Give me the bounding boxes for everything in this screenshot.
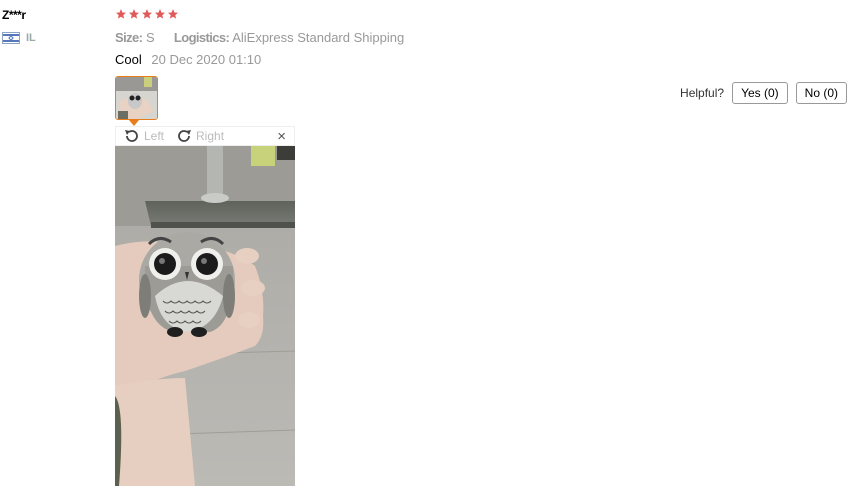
review-feedback: Cool 20 Dec 2020 01:10 [115,52,261,67]
review-photo-large [115,146,295,486]
star-icon [168,9,178,19]
rotate-left-label: Left [144,129,165,143]
helpful-no-button[interactable]: No (0) [795,82,847,104]
star-icon [155,9,165,19]
star-rating [115,8,179,20]
star-icon [142,9,152,19]
reviewer-country: IL [2,32,36,44]
size-value: S [145,30,155,45]
review-date: 20 Dec 2020 01:10 [151,52,262,67]
logistics-label: Logistics: [173,30,230,45]
rotate-right-button[interactable]: Right [176,128,224,144]
rotate-left-button[interactable]: Left [124,128,164,144]
review-photo-thumbnail[interactable] [115,76,158,120]
photo-viewer-toolbar: Left Right × [115,126,295,146]
star-icon [116,9,126,19]
rotate-right-label: Right [196,129,225,143]
israel-flag-icon [2,32,20,44]
helpful-question: Helpful? [680,86,725,100]
star-icon [129,9,139,19]
country-code: IL [26,32,36,44]
close-viewer-button[interactable]: × [277,128,286,145]
order-details: Size: S Logistics: AliExpress Standard S… [115,30,404,45]
rotate-left-icon [125,130,138,142]
rotate-right-icon [178,130,192,142]
owl-figurine-photo [115,146,295,486]
review-text: Cool [115,52,142,67]
helpful-vote: Helpful? Yes (0) No (0) [680,82,847,104]
logistics-value: AliExpress Standard Shipping [232,30,405,45]
helpful-yes-button[interactable]: Yes (0) [732,82,788,104]
size-label: Size: [115,30,143,45]
reviewer-name: Z***r [2,8,26,22]
